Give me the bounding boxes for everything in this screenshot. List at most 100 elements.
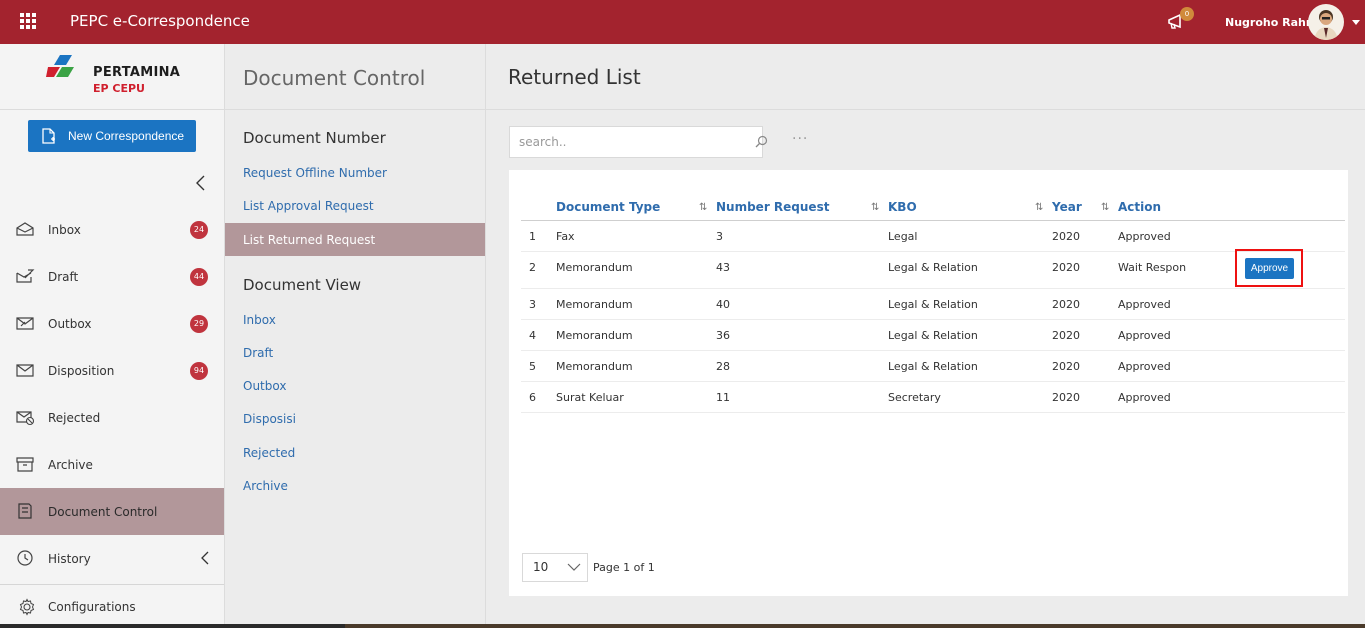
link-rejected[interactable]: Rejected xyxy=(243,446,295,460)
count-badge: 24 xyxy=(190,220,208,239)
logo-line2: EP CEPU xyxy=(93,82,145,95)
sidebar-item-label: Archive xyxy=(48,457,93,472)
page-indicator: Page 1 of 1 xyxy=(593,561,655,574)
cell-year: 2020 xyxy=(1052,391,1080,404)
count-badge: 44 xyxy=(190,267,208,286)
sidebar-item-outbox[interactable]: Outbox 29 xyxy=(0,300,224,347)
sidebar-item-rejected[interactable]: Rejected xyxy=(0,394,224,441)
outbox-icon xyxy=(16,317,34,330)
cell-number-request: 43 xyxy=(716,261,730,274)
cell-kbo: Legal xyxy=(888,230,918,243)
bottom-edge xyxy=(0,624,345,628)
cell-number-request: 40 xyxy=(716,298,730,311)
configurations-label: Configurations xyxy=(48,600,136,614)
cell-action: Approved xyxy=(1118,391,1171,404)
cell-document-type: Fax xyxy=(556,230,575,243)
link-list-returned-request[interactable]: List Returned Request xyxy=(243,233,375,247)
cell-document-type: Memorandum xyxy=(556,329,633,342)
cell-number-request: 11 xyxy=(716,391,730,404)
link-outbox[interactable]: Outbox xyxy=(243,379,286,393)
sort-icon[interactable]: ⇅ xyxy=(871,202,879,213)
table-row[interactable]: 3 Memorandum 40 Legal & Relation 2020 Ap… xyxy=(521,289,1345,320)
table-row[interactable]: 4 Memorandum 36 Legal & Relation 2020 Ap… xyxy=(521,320,1345,351)
cell-document-type: Memorandum xyxy=(556,298,633,311)
gear-icon xyxy=(19,598,35,616)
main-header: Returned List xyxy=(486,44,1365,110)
sidebar-item-label: History xyxy=(48,551,91,566)
link-archive[interactable]: Archive xyxy=(243,479,288,493)
cell-action: Wait Respon xyxy=(1118,261,1187,274)
link-request-offline-number[interactable]: Request Offline Number xyxy=(243,166,387,180)
main-content: Returned List search.. ··· Document Type… xyxy=(486,44,1365,628)
sidebar-item-draft[interactable]: Draft 44 xyxy=(0,253,224,300)
table-row[interactable]: 1 Fax 3 Legal 2020 Approved xyxy=(521,221,1345,252)
sidebar-item-inbox[interactable]: Inbox 24 xyxy=(0,206,224,253)
link-disposisi[interactable]: Disposisi xyxy=(243,412,296,426)
rejected-icon xyxy=(16,411,35,426)
returned-list-table-card: Document Type ⇅ Number Request ⇅ KBO ⇅ Y… xyxy=(509,170,1348,596)
column-header-year[interactable]: Year xyxy=(1052,200,1082,214)
apps-grid-icon[interactable] xyxy=(20,13,36,29)
new-correspondence-button[interactable]: New Correspondence xyxy=(28,120,196,152)
sidebar-nav: Inbox 24 Draft 44 Outbox 29 Disposition … xyxy=(0,206,224,582)
pertamina-logo-icon xyxy=(46,55,74,77)
chevron-down-icon[interactable] xyxy=(567,563,581,571)
sort-icon[interactable]: ⇅ xyxy=(699,202,707,213)
cell-number-request: 3 xyxy=(716,230,723,243)
panel-title: Document Control xyxy=(243,66,426,90)
avatar[interactable] xyxy=(1308,4,1344,40)
cell-action: Approved xyxy=(1118,360,1171,373)
cell-kbo: Legal & Relation xyxy=(888,329,978,342)
approve-button[interactable]: Approve xyxy=(1245,258,1294,279)
user-menu-caret-icon[interactable] xyxy=(1352,20,1360,25)
search-icon[interactable] xyxy=(755,135,768,148)
cell-document-type: Memorandum xyxy=(556,360,633,373)
configurations-item[interactable]: Configurations xyxy=(0,596,224,620)
search-input[interactable]: search.. xyxy=(509,126,763,158)
column-header-number-request[interactable]: Number Request xyxy=(716,200,829,214)
link-inbox[interactable]: Inbox xyxy=(243,313,276,327)
row-number: 2 xyxy=(529,261,536,274)
more-options-icon[interactable]: ··· xyxy=(792,131,808,147)
document-control-icon xyxy=(18,503,32,519)
user-name[interactable]: Nugroho Rahm xyxy=(1225,16,1317,29)
column-header-document-type[interactable]: Document Type xyxy=(556,200,660,214)
table-row[interactable]: 5 Memorandum 28 Legal & Relation 2020 Ap… xyxy=(521,351,1345,382)
collapse-sidebar-chevron-icon[interactable] xyxy=(195,175,207,191)
history-expand-chevron-icon[interactable] xyxy=(200,551,210,565)
row-number: 6 xyxy=(529,391,536,404)
sidebar-item-label: Draft xyxy=(48,269,79,284)
section-title-document-view: Document View xyxy=(243,276,362,294)
cell-document-type: Surat Keluar xyxy=(556,391,624,404)
cell-kbo: Legal & Relation xyxy=(888,261,978,274)
table-row[interactable]: 6 Surat Keluar 11 Secretary 2020 Approve… xyxy=(521,382,1345,413)
cell-kbo: Legal & Relation xyxy=(888,360,978,373)
sidebar-item-document-control[interactable]: Document Control xyxy=(0,488,224,535)
link-draft[interactable]: Draft xyxy=(243,346,273,360)
cell-number-request: 28 xyxy=(716,360,730,373)
sort-icon[interactable]: ⇅ xyxy=(1035,202,1043,213)
sidebar-item-history[interactable]: History xyxy=(0,535,224,582)
column-header-action[interactable]: Action xyxy=(1118,200,1161,214)
row-number: 3 xyxy=(529,298,536,311)
sidebar-item-disposition[interactable]: Disposition 94 xyxy=(0,347,224,394)
column-header-kbo[interactable]: KBO xyxy=(888,200,917,214)
sidebar-item-archive[interactable]: Archive xyxy=(0,441,224,488)
disposition-icon xyxy=(16,364,34,377)
sidebar-item-label: Document Control xyxy=(48,504,158,519)
link-list-approval-request[interactable]: List Approval Request xyxy=(243,199,374,213)
sidebar: PERTAMINA EP CEPU New Correspondence Inb… xyxy=(0,44,225,628)
sidebar-item-label: Rejected xyxy=(48,410,101,425)
panel-header: Document Control xyxy=(225,44,485,110)
row-number: 5 xyxy=(529,360,536,373)
logo: PERTAMINA EP CEPU xyxy=(0,44,224,110)
row-number: 1 xyxy=(529,230,536,243)
cell-action: Approved xyxy=(1118,329,1171,342)
sort-icon[interactable]: ⇅ xyxy=(1101,202,1109,213)
sidebar-item-label: Inbox xyxy=(48,222,81,237)
cell-kbo: Secretary xyxy=(888,391,941,404)
cell-number-request: 36 xyxy=(716,329,730,342)
table-header: Document Type ⇅ Number Request ⇅ KBO ⇅ Y… xyxy=(521,194,1345,221)
table-row[interactable]: 2 Memorandum 43 Legal & Relation 2020 Wa… xyxy=(521,252,1345,289)
section-title-document-number: Document Number xyxy=(243,129,386,147)
